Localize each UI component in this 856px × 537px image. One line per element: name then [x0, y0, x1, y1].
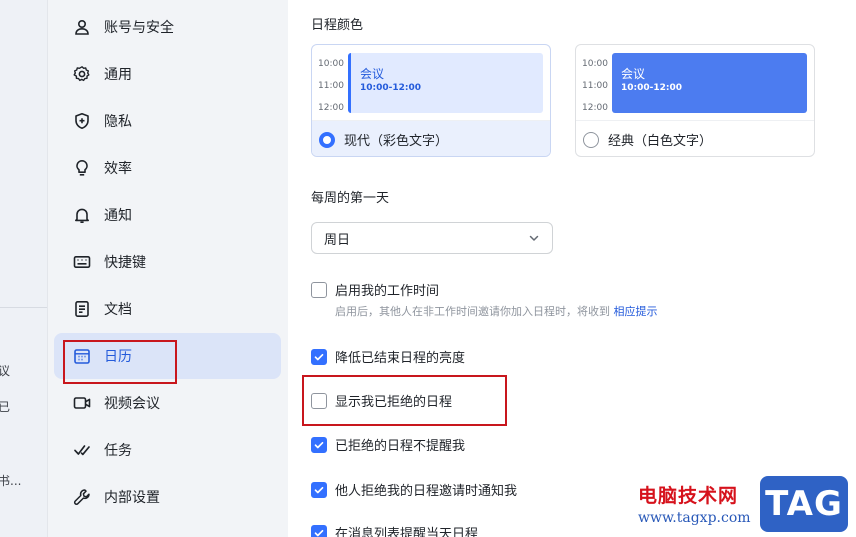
sidebar-item-label: 文档 [104, 302, 132, 318]
theme-label: 现代（彩色文字） [344, 134, 449, 149]
time-labels: 10:00 11:00 12:00 [582, 59, 608, 113]
sidebar-item-label: 账号与安全 [104, 20, 174, 36]
sidebar-item-label: 任务 [104, 443, 132, 459]
event-block: 会议 10:00-12:00 [348, 53, 543, 113]
option-label: 已拒绝的日程不提醒我 [335, 439, 466, 454]
theme-card-classic[interactable]: 10:00 11:00 12:00 会议 10:00-12:00 经典（白色文字… [575, 44, 815, 157]
theme-label: 经典（白色文字） [608, 134, 713, 149]
strip-fragment: 书... [0, 474, 22, 488]
video-icon [72, 393, 92, 413]
sidebar-item-label: 通知 [104, 208, 132, 224]
strip-fragment: 已 [0, 398, 10, 415]
event-block: 会议 10:00-12:00 [612, 53, 807, 113]
option-label: 降低已结束日程的亮度 [335, 351, 466, 366]
theme-card-modern[interactable]: 10:00 11:00 12:00 会议 10:00-12:00 现代（彩色文字… [311, 44, 551, 157]
radio-button-selected[interactable] [319, 131, 335, 148]
watermark-logo: TAG [760, 476, 848, 532]
sidebar-item-notifications[interactable]: 通知 [54, 193, 281, 237]
sidebar-item-label: 效率 [104, 161, 132, 177]
sidebar-item-label: 视频会议 [104, 396, 160, 412]
settings-sidebar: 账号与安全 通用 隐私 效率 通知 快捷键 文档 日历 视频会议 任务 内部设置 [48, 0, 288, 537]
checkbox-checked[interactable] [311, 348, 327, 365]
watermark-text: 电脑技术网 [638, 485, 739, 507]
option-no-reminder-declined[interactable]: 已拒绝的日程不提醒我 [311, 435, 465, 454]
strip-divider [0, 307, 47, 308]
sidebar-item-internal-settings[interactable]: 内部设置 [54, 475, 281, 519]
sidebar-item-video-meetings[interactable]: 视频会议 [54, 381, 281, 425]
sidebar-item-shortcuts[interactable]: 快捷键 [54, 240, 281, 284]
calendar-settings-panel: 日程颜色 10:00 11:00 12:00 会议 10:00-12:00 现代… [288, 0, 856, 537]
option-dim-past-events[interactable]: 降低已结束日程的亮度 [311, 347, 465, 366]
sidebar-item-label: 快捷键 [104, 255, 146, 271]
working-hours-hint: 启用后，其他人在非工作时间邀请你加入日程时，将收到 相应提示 [335, 305, 658, 318]
sidebar-item-documents[interactable]: 文档 [54, 287, 281, 331]
task-check-icon [72, 440, 92, 460]
watermark-url: www.tagxp.com [638, 510, 751, 526]
gear-icon [72, 64, 92, 84]
highlight-box-show-declined [302, 375, 507, 426]
event-time: 10:00-12:00 [360, 83, 422, 93]
strip-fragment: 议 [0, 362, 10, 379]
dropdown-value: 周日 [324, 232, 351, 248]
user-icon [72, 17, 92, 37]
document-icon [72, 299, 92, 319]
chevron-down-icon [528, 229, 540, 248]
check-icon [314, 353, 324, 360]
sidebar-item-efficiency[interactable]: 效率 [54, 146, 281, 190]
event-title: 会议 [621, 67, 646, 81]
sidebar-item-label: 隐私 [104, 114, 132, 130]
sidebar-item-general[interactable]: 通用 [54, 52, 281, 96]
option-remind-today-in-messages[interactable]: 在消息列表提醒当天日程 [311, 523, 478, 537]
section-title-event-color: 日程颜色 [311, 18, 364, 33]
sidebar-item-privacy[interactable]: 隐私 [54, 99, 281, 143]
check-icon [314, 441, 324, 448]
checkbox-checked[interactable] [311, 524, 327, 537]
sidebar-item-account-security[interactable]: 账号与安全 [54, 5, 281, 49]
check-icon [314, 486, 324, 493]
option-label: 他人拒绝我的日程邀请时通知我 [335, 484, 518, 499]
left-app-strip: 议 已 书... [0, 0, 48, 537]
bell-icon [72, 205, 92, 225]
sidebar-item-label: 通用 [104, 67, 132, 83]
shield-icon [72, 111, 92, 131]
checkbox-checked[interactable] [311, 436, 327, 453]
theme-option[interactable]: 经典（白色文字） [576, 120, 814, 156]
keyboard-icon [72, 252, 92, 272]
highlight-box-calendar [63, 340, 177, 384]
check-icon [314, 529, 324, 536]
event-title: 会议 [360, 67, 385, 81]
checkbox[interactable] [311, 281, 327, 298]
option-label: 启用我的工作时间 [335, 284, 440, 299]
theme-preview: 10:00 11:00 12:00 会议 10:00-12:00 [576, 45, 814, 120]
option-enable-working-hours[interactable]: 启用我的工作时间 [311, 280, 439, 299]
time-labels: 10:00 11:00 12:00 [318, 59, 344, 113]
theme-preview: 10:00 11:00 12:00 会议 10:00-12:00 [312, 45, 550, 120]
option-notify-invite-declined[interactable]: 他人拒绝我的日程邀请时通知我 [311, 480, 517, 499]
sidebar-item-tasks[interactable]: 任务 [54, 428, 281, 472]
theme-option[interactable]: 现代（彩色文字） [312, 120, 550, 156]
checkbox-checked[interactable] [311, 481, 327, 498]
lightbulb-icon [72, 158, 92, 178]
week-start-dropdown[interactable]: 周日 [311, 222, 553, 254]
related-tips-link[interactable]: 相应提示 [614, 305, 658, 318]
wrench-icon [72, 487, 92, 507]
option-label: 在消息列表提醒当天日程 [335, 527, 479, 537]
sidebar-item-label: 内部设置 [104, 490, 160, 506]
radio-button[interactable] [583, 131, 599, 148]
event-time: 10:00-12:00 [621, 83, 683, 93]
section-title-week-start: 每周的第一天 [311, 191, 390, 206]
